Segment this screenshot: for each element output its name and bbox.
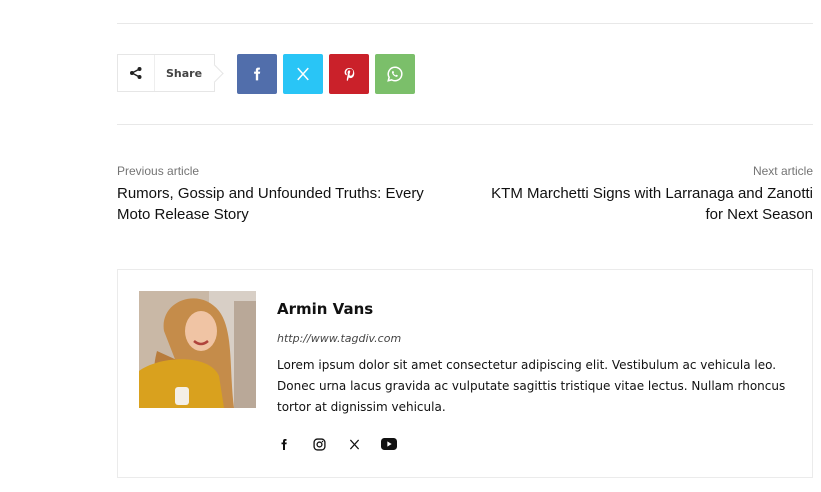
author-bio: Lorem ipsum dolor sit amet consectetur a…: [277, 358, 786, 414]
pinterest-share-button[interactable]: [329, 54, 369, 94]
whatsapp-icon: [387, 66, 403, 82]
share-label-box[interactable]: Share: [117, 54, 215, 92]
middle-divider: [117, 124, 813, 125]
youtube-icon: [381, 438, 397, 450]
author-x-link[interactable]: [345, 435, 363, 453]
author-instagram-link[interactable]: [310, 435, 328, 453]
next-article-link[interactable]: KTM Marchetti Signs with Larranaga and Z…: [483, 183, 813, 225]
facebook-icon: [254, 67, 261, 81]
author-avatar[interactable]: [139, 291, 256, 408]
author-name[interactable]: Armin Vans: [277, 300, 373, 318]
author-facebook-link[interactable]: [275, 435, 293, 453]
facebook-icon: [281, 438, 287, 450]
previous-article-link[interactable]: Rumors, Gossip and Unfounded Truths: Eve…: [117, 183, 447, 225]
previous-article-label: Previous article: [117, 164, 200, 178]
whatsapp-share-button[interactable]: [375, 54, 415, 94]
top-divider: [117, 23, 813, 24]
x-share-button[interactable]: [283, 54, 323, 94]
author-box: Armin Vans http://www.tagdiv.com Lorem i…: [117, 269, 813, 478]
author-url[interactable]: http://www.tagdiv.com: [277, 332, 401, 345]
x-icon: [349, 439, 359, 449]
facebook-share-button[interactable]: [237, 54, 277, 94]
share-icon: [118, 55, 155, 91]
share-label: Share: [166, 66, 203, 80]
pinterest-icon: [344, 68, 354, 81]
next-article-label: Next article: [752, 164, 813, 178]
instagram-icon: [312, 437, 326, 451]
x-icon: [297, 67, 309, 81]
author-youtube-link[interactable]: [380, 435, 398, 453]
